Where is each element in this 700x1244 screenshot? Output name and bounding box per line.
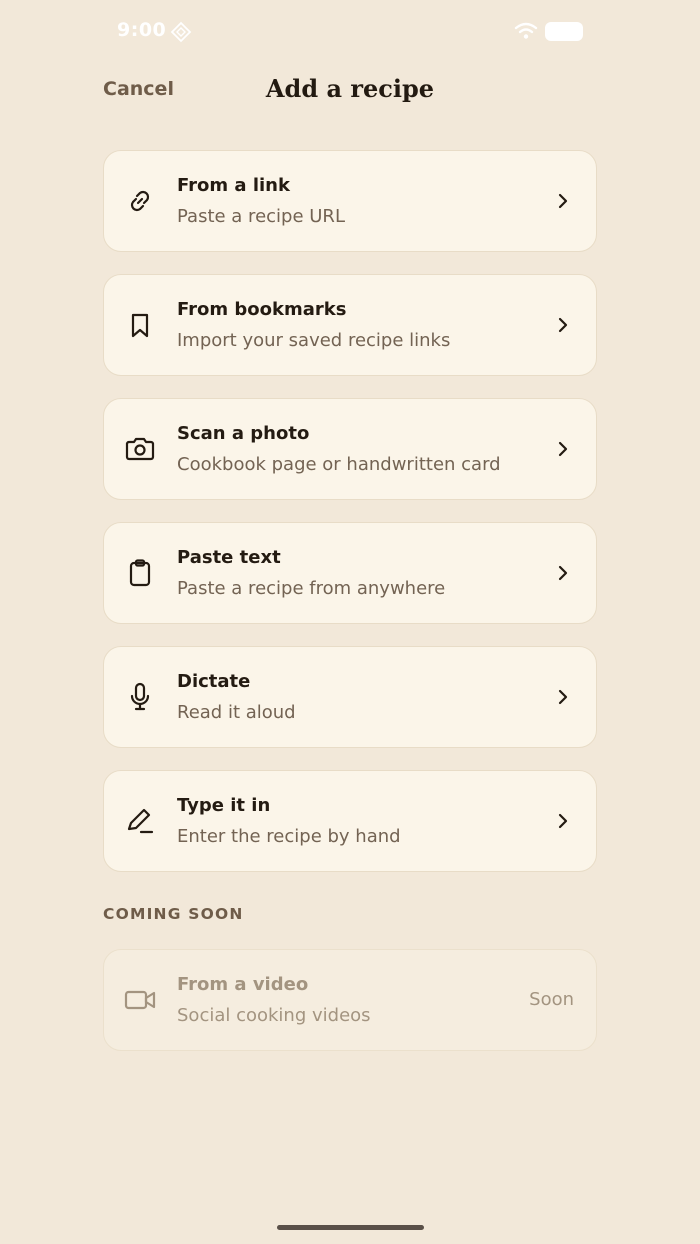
option-title: Dictate (177, 671, 251, 692)
clipboard-icon (129, 559, 151, 587)
chevron-right-icon (558, 689, 568, 705)
camera-icon (125, 437, 155, 461)
option-title: From a video (177, 974, 309, 995)
option-dictate[interactable]: Dictate Read it aloud (103, 646, 597, 748)
chevron-right-icon (558, 813, 568, 829)
option-subtitle: Import your saved recipe links (177, 330, 451, 351)
option-subtitle: Read it aloud (177, 702, 296, 723)
option-subtitle: Social cooking videos (177, 1005, 371, 1026)
option-subtitle: Enter the recipe by hand (177, 826, 401, 847)
nav-bar: Cancel Add a recipe (0, 62, 700, 118)
location-icon (170, 21, 192, 43)
bookmark-icon (131, 313, 149, 338)
page-title: Add a recipe (265, 74, 435, 103)
link-icon (130, 190, 150, 212)
chevron-right-icon (558, 193, 568, 209)
coming-soon-heading: COMING SOON (103, 905, 244, 923)
option-title: From a link (177, 175, 290, 196)
option-title: From bookmarks (177, 299, 347, 320)
status-bar: 9:00 (0, 0, 700, 62)
soon-badge: Soon (529, 989, 574, 1010)
video-icon (124, 990, 156, 1010)
status-time: 9:00 (117, 19, 167, 41)
battery-icon (545, 22, 583, 41)
option-title: Paste text (177, 547, 281, 568)
option-from-link[interactable]: From a link Paste a recipe URL (103, 150, 597, 252)
option-subtitle: Paste a recipe from anywhere (177, 578, 446, 599)
microphone-icon (130, 682, 150, 711)
chevron-right-icon (558, 441, 568, 457)
wifi-icon (514, 22, 538, 39)
option-paste-text[interactable]: Paste text Paste a recipe from anywhere (103, 522, 597, 624)
option-subtitle: Paste a recipe URL (177, 206, 345, 227)
pencil-icon (127, 808, 154, 834)
option-from-video: From a video Social cooking videos Soon (103, 949, 597, 1051)
chevron-right-icon (558, 317, 568, 333)
import-options-list: From a link Paste a recipe URL From book… (103, 150, 597, 894)
home-indicator[interactable] (277, 1225, 424, 1230)
option-subtitle: Cookbook page or handwritten card (177, 454, 501, 475)
option-from-bookmarks[interactable]: From bookmarks Import your saved recipe … (103, 274, 597, 376)
option-title: Type it in (177, 795, 271, 816)
chevron-right-icon (558, 565, 568, 581)
option-scan-photo[interactable]: Scan a photo Cookbook page or handwritte… (103, 398, 597, 500)
option-type-it-in[interactable]: Type it in Enter the recipe by hand (103, 770, 597, 872)
option-title: Scan a photo (177, 423, 310, 444)
